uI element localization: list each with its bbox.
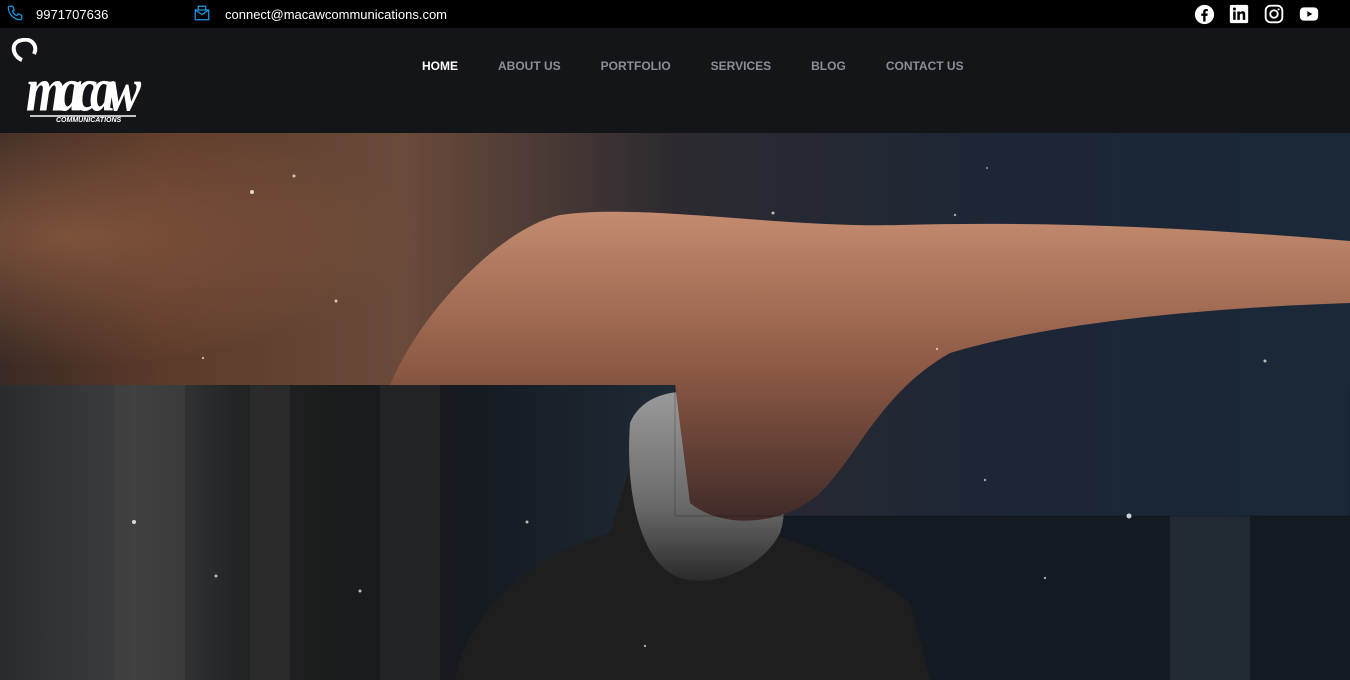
nav-contact-us[interactable]: CONTACT US xyxy=(866,28,984,133)
phone-contact[interactable]: 9971707636 xyxy=(6,0,108,28)
email-address[interactable]: connect@macawcommunications.com xyxy=(225,7,447,22)
social-links xyxy=(1193,3,1320,25)
main-nav: HOME ABOUT US PORTFOLIO SERVICES BLOG CO… xyxy=(402,28,984,161)
macaw-logo[interactable]: macaw COMMUNICATIONS xyxy=(8,37,158,126)
nav-services[interactable]: SERVICES xyxy=(691,28,791,133)
nav-portfolio[interactable]: PORTFOLIO xyxy=(581,28,691,133)
top-bar: 9971707636 connect@macawcommunications.c… xyxy=(0,0,1350,28)
phone-number[interactable]: 9971707636 xyxy=(36,7,108,22)
hero-banner xyxy=(0,133,1350,680)
nav-home[interactable]: HOME xyxy=(402,28,478,161)
email-icon xyxy=(193,4,211,25)
logo-subtext: COMMUNICATIONS xyxy=(56,117,122,124)
email-contact[interactable]: connect@macawcommunications.com xyxy=(193,0,447,28)
phone-icon xyxy=(6,4,24,25)
logo-wordmark: macaw xyxy=(26,56,141,124)
linkedin-icon[interactable] xyxy=(1228,3,1250,25)
nav-blog[interactable]: BLOG xyxy=(791,28,866,133)
site-header: macaw COMMUNICATIONS HOME ABOUT US PORTF… xyxy=(0,28,1350,161)
youtube-icon[interactable] xyxy=(1298,3,1320,25)
facebook-icon[interactable] xyxy=(1193,3,1215,25)
instagram-icon[interactable] xyxy=(1263,3,1285,25)
nav-about-us[interactable]: ABOUT US xyxy=(478,28,581,133)
hero-image xyxy=(0,133,1350,680)
